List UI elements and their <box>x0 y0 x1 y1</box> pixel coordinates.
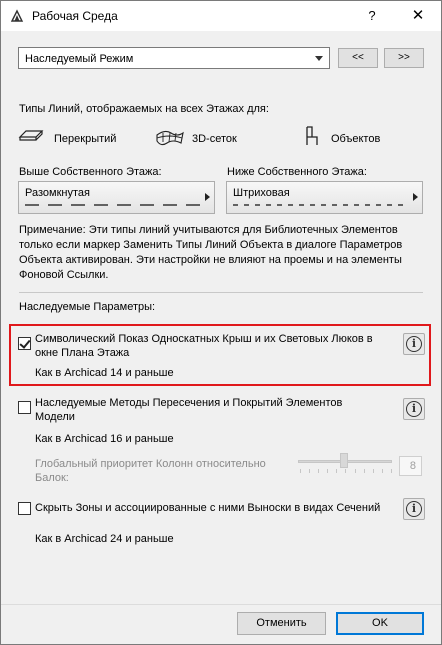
chevron-right-icon <box>205 193 210 201</box>
dotted-line-preview <box>233 204 408 206</box>
cancel-button[interactable]: Отменить <box>237 612 326 635</box>
above-floor-label: Выше Собственного Этажа: <box>19 166 162 178</box>
mode-select-value: Наследуемый Режим <box>25 53 134 65</box>
dialog-content: Наследуемый Режим << >> Типы Линий, отоб… <box>1 31 441 644</box>
legacy-intersection-checkbox[interactable] <box>18 401 31 414</box>
mode-select[interactable]: Наследуемый Режим <box>18 47 330 69</box>
chevron-down-icon <box>315 56 323 61</box>
label-line: окне Плана Этажа <box>35 347 130 359</box>
section-divider <box>19 292 423 293</box>
label-line: Наследуемые Методы Пересечения и Покрыти… <box>35 397 343 409</box>
dialog-window: Рабочая Среда ? ✕ Наследуемый Режим << >… <box>0 0 442 645</box>
info-icon: i <box>406 501 422 517</box>
hide-zones-label: Скрыть Зоны и ассоциированные с ними Вын… <box>35 502 381 514</box>
info-button[interactable]: i <box>403 498 425 520</box>
column-priority-value-field[interactable]: 8 <box>399 456 422 476</box>
intersection-version-note: Как в Archicad 16 и раньше <box>35 433 174 445</box>
mesh-icon <box>156 130 184 146</box>
close-button[interactable]: ✕ <box>395 1 441 31</box>
above-floor-line-type-value: Разомкнутая <box>25 187 90 199</box>
chair-icon <box>306 126 318 145</box>
slab-icon <box>18 130 44 141</box>
legacy-intersection-label: Наследуемые Методы Пересечения и Покрыти… <box>35 396 342 424</box>
hide-zones-checkbox[interactable] <box>18 502 31 515</box>
legacy-heading: Наследуемые Параметры: <box>19 301 156 313</box>
line-types-note: Примечание: Эти типы линий учитываются д… <box>19 223 424 283</box>
note-line: Примечание: Эти типы линий учитываются д… <box>19 224 398 236</box>
archicad-app-icon <box>10 9 24 22</box>
ok-button[interactable]: OK <box>336 612 424 635</box>
zones-version-note: Как в Archicad 24 и раньше <box>35 533 174 545</box>
note-line: Объекта активирован. Эти настройки не вл… <box>19 254 402 266</box>
option-slabs-label: Перекрытий <box>54 133 117 145</box>
label-line: Символический Показ Односкатных Крыш и и… <box>35 333 373 345</box>
label-line: Модели <box>35 411 75 423</box>
column-priority-label: Глобальный приоритет Колонн относительно… <box>35 457 266 485</box>
next-mode-button[interactable]: >> <box>384 48 424 68</box>
column-priority-slider-thumb[interactable] <box>340 453 348 468</box>
below-floor-line-type-popup[interactable]: Штриховая <box>226 181 423 214</box>
info-button[interactable]: i <box>403 398 425 420</box>
note-line: только если маркер Заменить Типы Линий О… <box>19 239 403 251</box>
below-floor-label: Ниже Собственного Этажа: <box>227 166 367 178</box>
below-floor-line-type-value: Штриховая <box>233 187 290 199</box>
chevron-right-icon <box>413 193 418 201</box>
line-types-heading: Типы Линий, отображаемых на всех Этажах … <box>19 103 269 115</box>
option-objects-label: Объектов <box>331 133 381 145</box>
slider-ticks <box>300 469 392 473</box>
prev-mode-button[interactable]: << <box>338 48 378 68</box>
roof-version-note: Как в Archicad 14 и раньше <box>35 367 174 379</box>
roof-symbolic-display-label: Символический Показ Односкатных Крыш и и… <box>35 332 373 360</box>
roof-symbolic-display-checkbox[interactable] <box>18 337 31 350</box>
footer-divider <box>1 604 441 605</box>
label-line: Глобальный приоритет Колонн относительно <box>35 458 266 470</box>
help-button[interactable]: ? <box>349 1 395 31</box>
option-meshes-label: 3D-сеток <box>192 133 237 145</box>
window-title: Рабочая Среда <box>32 9 118 23</box>
label-line: Балок: <box>35 472 69 484</box>
above-floor-line-type-popup[interactable]: Разомкнутая <box>18 181 215 214</box>
note-line: Фоновой Ссылки. <box>19 269 109 281</box>
info-icon: i <box>406 401 422 417</box>
title-bar: Рабочая Среда ? ✕ <box>1 1 441 31</box>
info-button[interactable]: i <box>403 333 425 355</box>
dashed-line-preview <box>25 204 200 206</box>
info-icon: i <box>406 336 422 352</box>
